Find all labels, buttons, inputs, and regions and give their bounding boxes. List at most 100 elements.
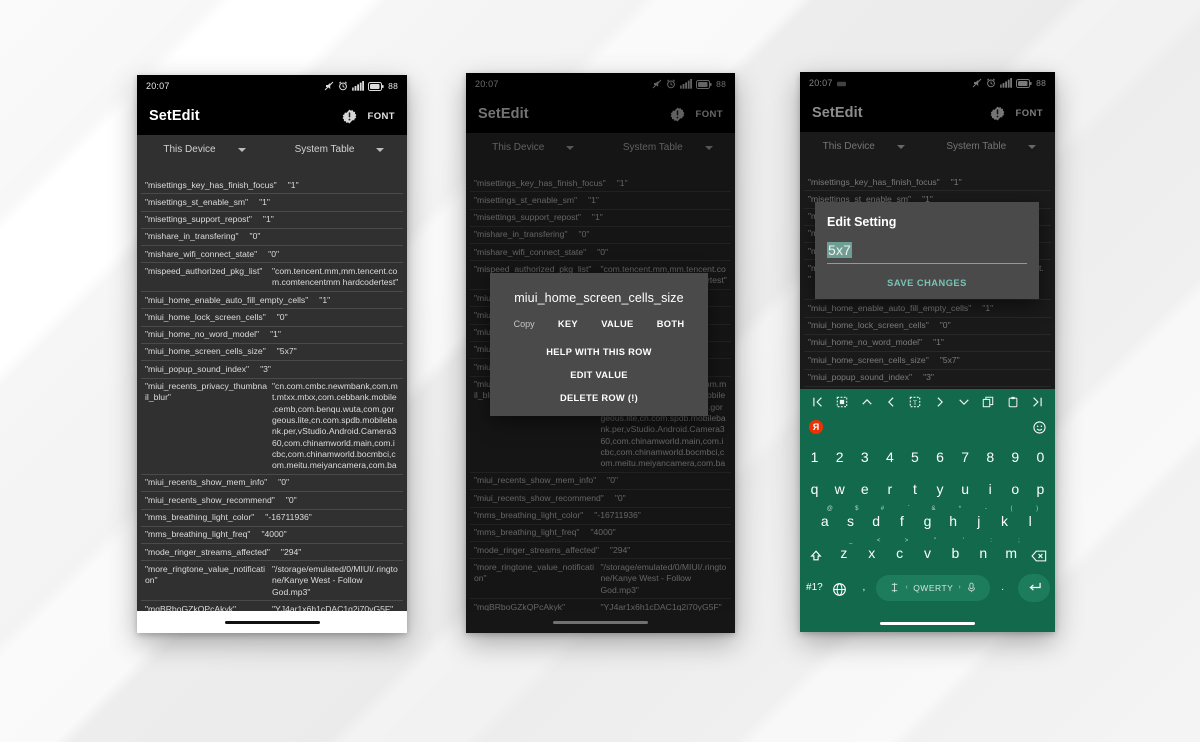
- number-key-5[interactable]: 5: [902, 443, 927, 465]
- status-bar-left: 20:07: [146, 81, 170, 91]
- letter-key-w[interactable]: w: [827, 475, 852, 497]
- letter-key-i[interactable]: i: [978, 475, 1003, 497]
- globe-key[interactable]: [827, 578, 852, 597]
- table-row[interactable]: "miui_home_screen_cells_size" "5x7": [141, 344, 403, 362]
- help-with-row-button[interactable]: HELP WITH THIS ROW: [490, 334, 708, 357]
- table-row[interactable]: "mispeed_authorized_pkg_list" "com.tencen…: [141, 263, 403, 293]
- table-spinner[interactable]: System Table: [272, 144, 407, 155]
- letter-key-y[interactable]: y: [928, 475, 953, 497]
- key-superscript: ': [962, 538, 965, 544]
- letter-key-u[interactable]: u: [953, 475, 978, 497]
- letter-key-x[interactable]: < x: [858, 538, 886, 561]
- copy-both-button[interactable]: BOTH: [657, 319, 685, 329]
- copy-value-button[interactable]: VALUE: [601, 319, 633, 329]
- key-label: e: [860, 481, 869, 497]
- table-row[interactable]: "miui_recents_show_recommend" "0": [141, 492, 403, 510]
- letter-key-z[interactable]: _ z: [830, 538, 858, 561]
- gear-exclamation-icon[interactable]: [342, 109, 357, 124]
- row-value: "0": [285, 494, 297, 505]
- letter-key-s[interactable]: $ s: [838, 506, 864, 529]
- key-label: q: [810, 481, 819, 497]
- letter-key-m[interactable]: ; m: [997, 538, 1025, 561]
- table-row[interactable]: "mode_ringer_streams_affected" "294": [141, 544, 403, 562]
- table-row[interactable]: "misettings_st_enable_sm" "1": [141, 194, 403, 212]
- edit-value-button[interactable]: EDIT VALUE: [490, 357, 708, 380]
- period-key[interactable]: .: [990, 582, 1015, 593]
- number-key-0[interactable]: 0: [1028, 443, 1053, 465]
- letter-key-p[interactable]: p: [1028, 475, 1053, 497]
- save-changes-button[interactable]: SAVE CHANGES: [827, 269, 1027, 291]
- table-row[interactable]: "miui_recents_show_mem_info" "0": [141, 475, 403, 493]
- jump-start-icon: [813, 396, 822, 407]
- device-spinner[interactable]: This Device: [137, 144, 272, 155]
- letter-key-j[interactable]: -j: [966, 506, 992, 529]
- table-row[interactable]: "mms_breathing_light_color" "-16711936": [141, 510, 403, 527]
- row-key: "misettings_key_has_finish_focus": [145, 179, 277, 190]
- key-superscript: ": [934, 538, 937, 544]
- edit-value-field[interactable]: 5x7: [827, 242, 1027, 264]
- number-key-4[interactable]: 4: [877, 443, 902, 465]
- comma-key[interactable]: ,: [852, 582, 877, 593]
- letter-key-q[interactable]: q: [802, 475, 827, 497]
- main-content: This Device System Table "misettings_key…: [137, 135, 407, 633]
- keyboard-key-rows: 1234567890 qwertyuiop @ a $ s # d ` f & g * h - j(k) l…: [800, 440, 1055, 604]
- key-superscript: ): [1036, 506, 1039, 512]
- table-row[interactable]: "misettings_key_has_finish_focus" "1": [141, 177, 403, 195]
- letter-key-c[interactable]: > c: [886, 538, 914, 561]
- table-row[interactable]: "miui_home_lock_screen_cells" "0": [141, 309, 403, 327]
- letter-key-v[interactable]: " v: [914, 538, 942, 561]
- number-key-1[interactable]: 1: [802, 443, 827, 465]
- gesture-pill[interactable]: [224, 620, 320, 624]
- table-row[interactable]: "more_ringtone_value_notification" "/stor…: [141, 561, 403, 602]
- letter-key-d[interactable]: # d: [863, 506, 889, 529]
- letter-key-r[interactable]: r: [877, 475, 902, 497]
- letter-key-k[interactable]: (k: [992, 506, 1018, 529]
- number-key-9[interactable]: 9: [1003, 443, 1028, 465]
- number-key-7[interactable]: 7: [953, 443, 978, 465]
- letter-key-b[interactable]: ' b: [941, 538, 969, 561]
- table-row[interactable]: "miui_popup_sound_index" "3": [141, 361, 403, 379]
- letter-key-g[interactable]: & g: [915, 506, 941, 529]
- row-key: "miui_recents_show_mem_info": [145, 477, 268, 488]
- letter-key-f[interactable]: ` f: [889, 506, 915, 529]
- letter-key-a[interactable]: @ a: [812, 506, 838, 529]
- letter-key-h[interactable]: * h: [940, 506, 966, 529]
- caret-down-icon: [959, 398, 969, 405]
- table-row[interactable]: "mishare_in_transfering" "0": [141, 229, 403, 247]
- number-key-8[interactable]: 8: [978, 443, 1003, 465]
- settings-list[interactable]: "misettings_key_has_finish_focus""1""mis…: [137, 177, 407, 633]
- key-superscript: @: [826, 506, 833, 512]
- key-label: i: [988, 481, 992, 497]
- select-all-icon: [837, 396, 848, 407]
- key-label: 4: [885, 449, 894, 465]
- letter-key-o[interactable]: o: [1003, 475, 1028, 497]
- backspace-key[interactable]: [1025, 539, 1053, 563]
- delete-row-button[interactable]: DELETE ROW (!): [490, 380, 708, 403]
- number-key-2[interactable]: 2: [827, 443, 852, 465]
- letter-key-n[interactable]: :n: [969, 538, 997, 561]
- space-key[interactable]: ‹ QWERTY ›: [876, 574, 991, 601]
- table-row[interactable]: "miui_recents_privacy_thumbnail_blur""cn…: [141, 379, 403, 475]
- status-bar-right: 88: [324, 81, 398, 91]
- table-row[interactable]: "miui_home_enable_auto_fill_empty_cells"…: [141, 292, 403, 310]
- font-button[interactable]: FONT: [368, 111, 395, 122]
- key-label: 6: [936, 449, 944, 465]
- symbols-key[interactable]: #1?: [802, 582, 827, 593]
- enter-key[interactable]: [1018, 573, 1050, 602]
- table-row[interactable]: "miui_home_no_word_model" "1": [141, 327, 403, 344]
- number-key-3[interactable]: 3: [852, 443, 877, 465]
- letter-key-l[interactable]: ) l: [1017, 506, 1043, 529]
- shift-key[interactable]: [802, 539, 830, 563]
- row-value: "0": [249, 231, 261, 242]
- number-key-6[interactable]: 6: [928, 443, 953, 465]
- copy-key-button[interactable]: KEY: [558, 319, 578, 329]
- table-row[interactable]: "mms_breathing_light_freq" "4000": [141, 527, 403, 545]
- letter-key-t[interactable]: t: [902, 475, 927, 497]
- battery-percent: 88: [388, 81, 398, 91]
- gesture-pill[interactable]: [880, 621, 975, 625]
- filter-row: This Device System Table: [137, 135, 407, 161]
- table-row[interactable]: "misettings_support_repost" "1": [141, 212, 403, 229]
- letter-key-e[interactable]: e: [852, 475, 877, 497]
- table-row[interactable]: "mishare_wifi_connect_state" "0": [141, 246, 403, 264]
- yandex-icon[interactable]: Я: [809, 420, 823, 434]
